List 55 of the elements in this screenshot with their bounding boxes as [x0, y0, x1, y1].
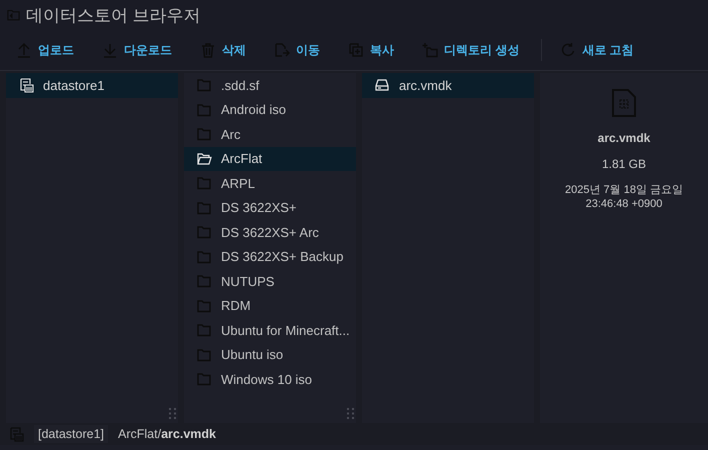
folder-item[interactable]: Arc [184, 122, 356, 146]
file-item[interactable]: datastore1 [6, 73, 178, 98]
window-title: 데이터스토어 브라우저 [26, 4, 201, 26]
folder-icon [196, 248, 212, 265]
file-path: ArcFlat/arc.vmdk [118, 427, 216, 441]
folder-icon [196, 273, 212, 290]
file-size: 1.81 GB [602, 157, 646, 171]
open-folder-icon [196, 150, 212, 167]
refresh-button[interactable]: 새로 고침 [560, 38, 634, 62]
download-icon [102, 42, 118, 58]
folder-item[interactable]: ARPL [184, 171, 356, 196]
folder-icon [196, 322, 212, 338]
file-item[interactable]: arc.vmdk [362, 73, 534, 98]
folder-item[interactable]: NUTUPS [184, 269, 356, 294]
modified-date: 2025년 7월 18일 금요일 23:46:48 +0900 [564, 183, 684, 212]
drive-icon [374, 77, 390, 94]
folder-item[interactable]: Windows 10 iso [184, 367, 356, 392]
file-name: arc.vmdk [598, 131, 650, 145]
folder-icon [196, 175, 212, 192]
copy-icon [348, 42, 364, 58]
file-icon [611, 89, 637, 117]
database-icon [18, 77, 34, 94]
upload-icon [16, 42, 32, 58]
folder-item[interactable]: RDM [184, 294, 356, 318]
grip-icon [169, 408, 176, 419]
move-icon [274, 42, 290, 58]
folder-icon [7, 9, 20, 21]
folder-item[interactable]: Android iso [184, 98, 356, 122]
folder-item[interactable]: ArcFlat [184, 146, 356, 171]
folder-item[interactable]: Ubuntu for Minecraft... [184, 318, 356, 342]
folder-icon [196, 224, 212, 240]
refresh-icon [560, 42, 576, 58]
datastore-label: [datastore1] [34, 425, 108, 443]
folder-item[interactable]: DS 3622XS+ [184, 196, 356, 220]
folder-icon [196, 102, 212, 118]
folder-icon [196, 77, 212, 94]
folder-item[interactable]: .sdd.sf [184, 73, 356, 98]
toolbar-button[interactable]: 삭제 [200, 38, 246, 62]
toolbar-button[interactable]: 다운로드 [102, 38, 172, 62]
folder-icon [196, 371, 212, 388]
folder-icon [196, 298, 212, 314]
toolbar-button[interactable]: 디렉토리 생성 [422, 38, 520, 62]
folder-item[interactable]: Ubuntu iso [184, 342, 356, 367]
folder-icon [196, 200, 212, 216]
folder-item[interactable]: DS 3622XS+ Backup [184, 244, 356, 269]
folder-item[interactable]: DS 3622XS+ Arc [184, 220, 356, 244]
database-icon [8, 426, 24, 442]
grip-icon [347, 408, 354, 419]
new-folder-icon [422, 42, 438, 58]
folder-icon [196, 346, 212, 363]
toolbar-button[interactable]: 이동 [274, 38, 320, 62]
toolbar-button[interactable]: 업로드 [16, 38, 74, 62]
trash-icon [200, 42, 216, 58]
folder-icon [196, 126, 212, 142]
toolbar-button[interactable]: 복사 [348, 38, 394, 62]
